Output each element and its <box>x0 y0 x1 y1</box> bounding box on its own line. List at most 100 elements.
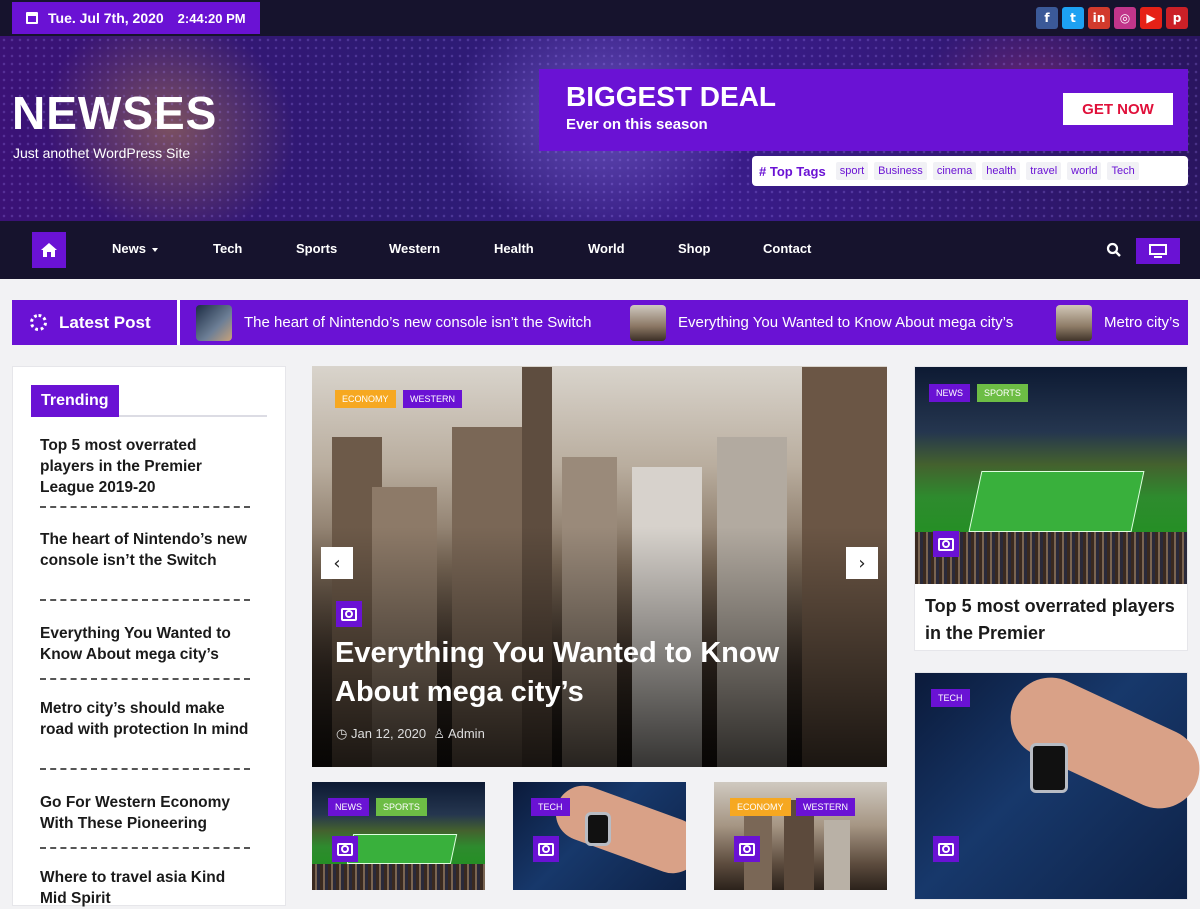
category-badge[interactable]: WESTERN <box>403 390 462 408</box>
screen-toggle-button[interactable] <box>1136 238 1180 264</box>
trending-item[interactable]: Top 5 most overrated players in the Prem… <box>40 435 250 498</box>
nav-item-world[interactable]: World <box>588 241 625 256</box>
background-image <box>968 471 1145 532</box>
camera-icon <box>933 531 959 557</box>
site-header: NEWSES Just anothet WordPress Site BIGGE… <box>0 36 1200 221</box>
ticker-item[interactable]: Metro city’s <box>1056 304 1180 341</box>
background-image <box>346 833 458 865</box>
deal-subtitle: Ever on this season <box>566 116 708 133</box>
site-title[interactable]: NEWSES <box>12 86 217 140</box>
trending-item[interactable]: Go For Western Economy With These Pionee… <box>40 792 250 834</box>
slider-prev-button[interactable]: ‹ <box>321 547 353 579</box>
trending-item[interactable]: Everything You Wanted to Know About mega… <box>40 623 250 665</box>
category-badge[interactable]: SPORTS <box>376 798 427 816</box>
ticker-item-title: The heart of Nintendo’s new console isn’… <box>244 314 592 331</box>
tag-world[interactable]: world <box>1067 162 1102 180</box>
ticker-item[interactable]: Everything You Wanted to Know About mega… <box>630 304 1013 341</box>
background-image <box>312 864 485 890</box>
search-button[interactable] <box>1106 242 1122 258</box>
get-now-button[interactable]: GET NOW <box>1063 93 1173 125</box>
user-icon: ♙ <box>433 726 446 741</box>
slider-next-button[interactable]: › <box>846 547 878 579</box>
featured-slider[interactable]: ECONOMY WESTERN ‹ › Everything You Wante… <box>312 366 887 767</box>
current-time: 2:44:20 PM <box>177 10 246 26</box>
post-title[interactable]: Top 5 most overrated players in the Prem… <box>925 593 1175 647</box>
ticker-thumbnail <box>196 304 232 341</box>
category-badge[interactable]: TECH <box>931 689 970 707</box>
pinterest-icon[interactable]: p <box>1166 7 1188 29</box>
nav-item-health[interactable]: Health <box>494 241 534 256</box>
trending-item[interactable]: Metro city’s should make road with prote… <box>40 698 250 740</box>
post-card[interactable]: NEWS SPORTS <box>312 782 485 890</box>
nav-item-shop[interactable]: Shop <box>678 241 711 256</box>
tag-business[interactable]: Business <box>874 162 927 180</box>
trending-item[interactable]: The heart of Nintendo’s new console isn’… <box>40 529 250 571</box>
facebook-icon[interactable]: f <box>1036 7 1058 29</box>
background-image <box>585 812 611 846</box>
nav-item-news[interactable]: News <box>112 241 158 256</box>
nav-item-western[interactable]: Western <box>389 241 440 256</box>
linkedin-icon[interactable]: in <box>1088 7 1110 29</box>
background-image <box>548 782 686 881</box>
post-card[interactable]: TECH <box>513 782 686 890</box>
trending-header: Trending <box>31 385 267 417</box>
post-date: Jan 12, 2020 <box>350 726 427 741</box>
post-card[interactable]: TECH <box>914 664 1200 900</box>
nav-item-label: News <box>112 241 146 256</box>
main-navigation: News Tech Sports Western Health World Sh… <box>0 221 1200 279</box>
spinner-icon <box>30 314 47 331</box>
youtube-icon[interactable]: ▶ <box>1140 7 1162 29</box>
trending-widget: Trending Top 5 most overrated players in… <box>12 366 286 909</box>
hero-title[interactable]: Everything You Wanted to Know About mega… <box>335 634 855 712</box>
category-badge[interactable]: TECH <box>531 798 570 816</box>
category-badge[interactable]: NEWS <box>328 798 369 816</box>
ticker-thumbnail <box>1056 304 1092 341</box>
post-author[interactable]: Admin <box>448 726 485 741</box>
nav-item-contact[interactable]: Contact <box>763 241 811 256</box>
background-image <box>997 664 1200 822</box>
chevron-right-icon: › <box>858 552 866 574</box>
background-image <box>824 820 850 890</box>
category-badge[interactable]: ECONOMY <box>730 798 791 816</box>
ticker-item[interactable]: The heart of Nintendo’s new console isn’… <box>196 304 591 341</box>
latest-post-ticker: Latest Post The heart of Nintendo’s new … <box>12 300 1188 345</box>
divider <box>40 847 250 849</box>
twitter-icon[interactable]: t <box>1062 7 1084 29</box>
deal-banner[interactable]: BIGGEST DEAL Ever on this season GET NOW <box>539 69 1188 151</box>
camera-icon <box>933 836 959 862</box>
top-tags-bar: # Top Tags sport Business cinema health … <box>752 156 1188 186</box>
tag-cinema[interactable]: cinema <box>932 162 977 180</box>
category-badge[interactable]: NEWS <box>929 384 970 402</box>
divider <box>40 768 250 770</box>
current-date: Tue. Jul 7th, 2020 <box>48 10 164 26</box>
tag-travel[interactable]: travel <box>1026 162 1062 180</box>
divider <box>40 678 250 680</box>
post-card[interactable]: ECONOMY WESTERN <box>714 782 887 890</box>
latest-post-label: Latest Post <box>12 300 180 345</box>
instagram-icon[interactable]: ◎ <box>1114 7 1136 29</box>
category-badge[interactable]: ECONOMY <box>335 390 396 408</box>
tag-health[interactable]: health <box>982 162 1021 180</box>
site-description: Just anothet WordPress Site <box>13 145 191 161</box>
post-card[interactable]: NEWS SPORTS Top 5 most overrated players… <box>914 366 1188 651</box>
category-badge[interactable]: SPORTS <box>977 384 1028 402</box>
category-badge[interactable]: WESTERN <box>796 798 855 816</box>
divider <box>40 599 250 601</box>
chevron-left-icon: ‹ <box>333 552 341 574</box>
home-button[interactable] <box>32 232 66 268</box>
latest-post-title: Latest Post <box>59 312 151 332</box>
top-bar: Tue. Jul 7th, 2020 2:44:20 PM f t in ◎ ▶… <box>0 0 1200 36</box>
ticker-item-title: Metro city’s <box>1104 314 1180 331</box>
clock-icon: ◷ <box>336 726 348 741</box>
post-meta: ◷ Jan 12, 2020 ♙ Admin <box>336 726 485 742</box>
ticker-thumbnail <box>630 304 666 341</box>
nav-item-sports[interactable]: Sports <box>296 241 337 256</box>
background-image <box>1030 743 1068 793</box>
top-tags-label: # Top Tags <box>759 163 826 179</box>
tag-sport[interactable]: sport <box>835 162 869 180</box>
social-links: f t in ◎ ▶ p <box>1036 7 1188 29</box>
trending-heading: Trending <box>31 385 119 417</box>
tag-tech[interactable]: Tech <box>1107 162 1139 180</box>
nav-item-tech[interactable]: Tech <box>213 241 242 256</box>
trending-item[interactable]: Where to travel asia Kind Mid Spirit <box>40 867 250 909</box>
